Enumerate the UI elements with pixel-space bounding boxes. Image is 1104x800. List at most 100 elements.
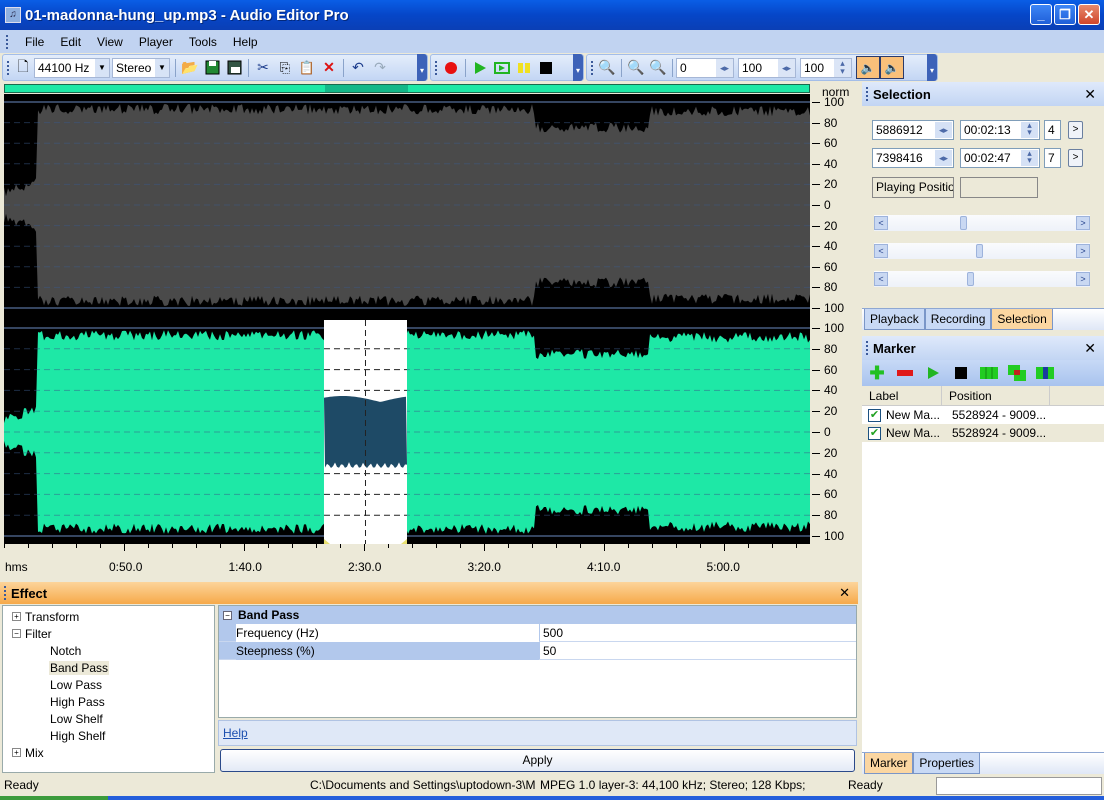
tab-playback[interactable]: Playback xyxy=(864,309,925,330)
play-icon[interactable] xyxy=(469,57,491,79)
up-down-arrows-icon[interactable]: ▴ ▾ xyxy=(1021,149,1038,166)
start-sample-field[interactable]: 5886912 ◂▸ xyxy=(872,120,954,140)
slider-thumb[interactable] xyxy=(967,272,975,286)
tab-marker[interactable]: Marker xyxy=(864,753,914,774)
grip-icon[interactable] xyxy=(4,586,7,600)
slider-thumb[interactable] xyxy=(976,244,984,258)
menu-player[interactable]: Player xyxy=(131,35,181,49)
menu-edit[interactable]: Edit xyxy=(52,35,89,49)
tree-item[interactable]: + Transform xyxy=(3,608,214,625)
column-label[interactable]: Label xyxy=(862,386,942,405)
grip-icon[interactable] xyxy=(7,60,10,75)
left-right-arrows-icon[interactable]: ◂▸ xyxy=(778,58,795,77)
tree-item[interactable]: Low Shelf xyxy=(3,710,214,727)
menu-tools[interactable]: Tools xyxy=(181,35,225,49)
sample-rate-select[interactable]: 44100 Hz ▼ xyxy=(34,57,110,78)
right-channel-icon[interactable]: 🔈 xyxy=(880,56,904,79)
close-icon[interactable]: ✕ xyxy=(1084,340,1096,357)
zoom-h-spinner[interactable]: 0 ◂▸ xyxy=(676,57,734,78)
play-loop-icon[interactable] xyxy=(491,57,513,79)
end-time-field[interactable]: 00:02:47 ▴ ▾ xyxy=(960,148,1040,168)
marker-row[interactable]: ✔ New Ma... 5528924 - 9009... xyxy=(862,406,1104,424)
stop-icon[interactable] xyxy=(535,57,557,79)
column-position[interactable]: Position xyxy=(942,386,1050,405)
close-button[interactable]: ✕ xyxy=(1078,4,1100,25)
tree-item[interactable]: Notch xyxy=(3,642,214,659)
new-file-icon[interactable]: 🗋 xyxy=(12,57,34,79)
slider[interactable]: < > xyxy=(874,271,1090,287)
chevron-right-icon[interactable]: > xyxy=(1076,216,1090,230)
property-value[interactable]: 500 xyxy=(539,624,856,641)
close-icon[interactable]: ✕ xyxy=(1084,86,1096,103)
slider[interactable]: < > xyxy=(874,215,1090,231)
remove-marker-icon[interactable] xyxy=(894,362,916,384)
chevron-right-icon[interactable]: > xyxy=(1068,149,1083,167)
record-icon[interactable] xyxy=(440,57,462,79)
tree-item[interactable]: Low Pass xyxy=(3,676,214,693)
menu-help[interactable]: Help xyxy=(225,35,266,49)
playing-position-button[interactable]: Playing Positio xyxy=(872,177,954,198)
zoom-all-icon[interactable]: 🔍 xyxy=(596,57,618,79)
overview-bar[interactable] xyxy=(4,84,810,93)
left-channel-icon[interactable]: 🔈 xyxy=(856,56,880,79)
overview-selection[interactable] xyxy=(324,85,408,92)
collapse-icon[interactable]: − xyxy=(12,629,21,638)
add-marker-icon[interactable]: ✚ xyxy=(866,362,888,384)
minimize-button[interactable]: _ xyxy=(1030,4,1052,25)
collapse-icon[interactable]: − xyxy=(223,610,232,620)
grip-icon[interactable] xyxy=(866,341,869,355)
help-link[interactable]: Help xyxy=(223,726,248,740)
tab-selection[interactable]: Selection xyxy=(991,309,1053,330)
up-down-arrows-icon[interactable]: ▴ ▾ xyxy=(1021,121,1038,138)
tab-properties[interactable]: Properties xyxy=(913,753,981,774)
zoom-v-spinner[interactable]: 100 ◂▸ xyxy=(738,57,796,78)
toolbar-options-icon[interactable]: ▾ xyxy=(927,54,937,81)
zoom-in-icon[interactable]: 🔍 xyxy=(625,57,647,79)
left-right-arrows-icon[interactable]: ◂▸ xyxy=(935,122,952,138)
zoom-out-icon[interactable]: 🔍 xyxy=(647,57,669,79)
tree-item[interactable]: − Filter xyxy=(3,625,214,642)
chevron-left-icon[interactable]: < xyxy=(874,272,888,286)
channels-select[interactable]: Stereo ▼ xyxy=(112,57,170,78)
start-button[interactable] xyxy=(0,796,108,800)
grip-icon[interactable] xyxy=(435,60,438,75)
chevron-left-icon[interactable]: < xyxy=(874,216,888,230)
toolbar-options-icon[interactable]: ▾ xyxy=(573,54,583,81)
up-down-arrows-icon[interactable]: ▴ ▾ xyxy=(834,58,851,77)
play-marker-icon[interactable] xyxy=(922,362,944,384)
menu-file[interactable]: File xyxy=(17,35,52,49)
property-value[interactable]: 50 xyxy=(539,642,856,659)
cut-icon[interactable]: ✂ xyxy=(252,57,274,79)
grip-icon[interactable] xyxy=(591,60,594,75)
open-folder-icon[interactable]: 📂 xyxy=(179,57,201,79)
volume-spinner[interactable]: 100 ▴ ▾ xyxy=(800,57,852,78)
redo-icon[interactable]: ↷ xyxy=(369,57,391,79)
apply-button[interactable]: Apply xyxy=(220,749,855,772)
expand-icon[interactable]: + xyxy=(12,748,21,757)
slider-thumb[interactable] xyxy=(959,216,967,230)
marker-row[interactable]: ✔ New Ma... 5528924 - 9009... xyxy=(862,424,1104,442)
marker-split-icon[interactable] xyxy=(1034,362,1056,384)
tree-item[interactable]: + Mix xyxy=(3,744,214,761)
start-num-field[interactable]: 4 xyxy=(1044,120,1061,140)
grip-icon[interactable] xyxy=(6,34,9,49)
left-right-arrows-icon[interactable]: ◂▸ xyxy=(935,150,952,166)
restore-button[interactable]: ❐ xyxy=(1054,4,1076,25)
chevron-right-icon[interactable]: > xyxy=(1068,121,1083,139)
marker-region-icon[interactable] xyxy=(978,362,1000,384)
undo-icon[interactable]: ↶ xyxy=(347,57,369,79)
tree-item[interactable]: Band Pass xyxy=(3,659,214,676)
save-icon[interactable] xyxy=(201,57,223,79)
checkbox[interactable]: ✔ xyxy=(868,426,881,440)
tab-recording[interactable]: Recording xyxy=(924,309,992,330)
toolbar-options-icon[interactable]: ▾ xyxy=(417,54,427,81)
chevron-right-icon[interactable]: > xyxy=(1076,272,1090,286)
end-num-field[interactable]: 7 xyxy=(1044,148,1061,168)
tree-item[interactable]: High Shelf xyxy=(3,727,214,744)
menu-view[interactable]: View xyxy=(89,35,131,49)
slider[interactable]: < > xyxy=(874,243,1090,259)
property-row[interactable]: Frequency (Hz) 500 xyxy=(219,624,856,642)
left-right-arrows-icon[interactable]: ◂▸ xyxy=(716,58,733,77)
marker-overlap-icon[interactable] xyxy=(1006,362,1028,384)
pause-icon[interactable] xyxy=(513,57,535,79)
